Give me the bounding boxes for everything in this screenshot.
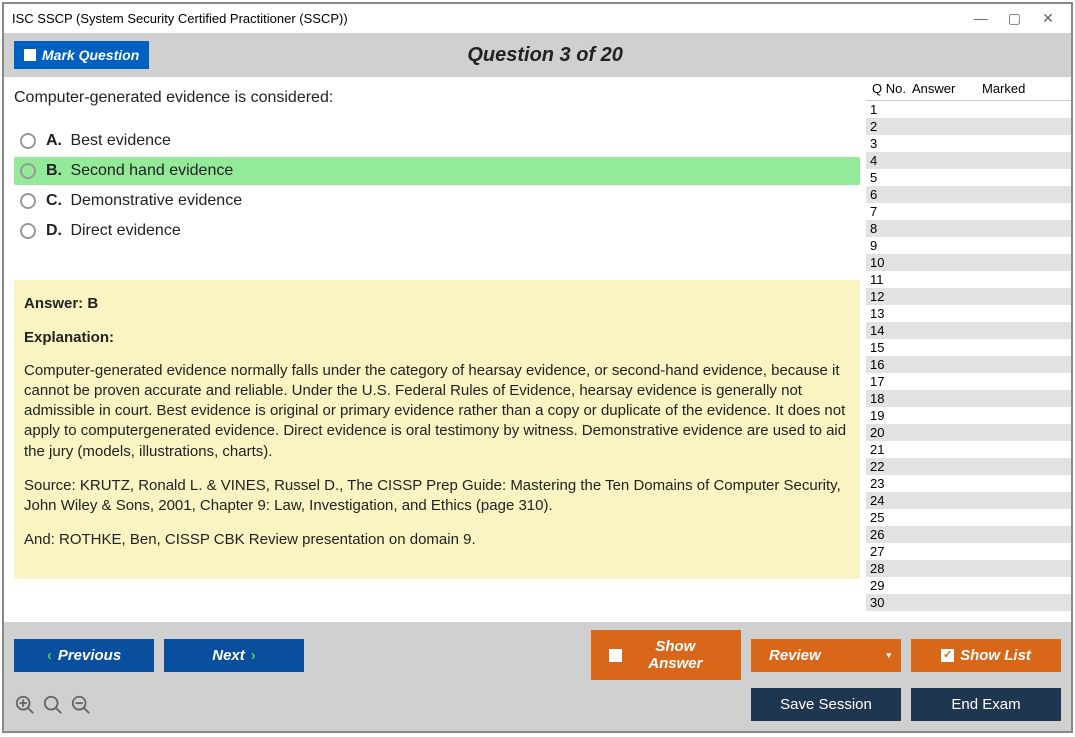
- zoom-in-icon[interactable]: [14, 694, 36, 716]
- question-row[interactable]: 24: [866, 492, 1071, 509]
- question-row[interactable]: 29: [866, 577, 1071, 594]
- window-title: ISC SSCP (System Security Certified Prac…: [12, 11, 348, 26]
- list-body[interactable]: 1234567891011121314151617181920212223242…: [866, 100, 1071, 622]
- footer: ‹ Previous Next › Show Answer Review ▾ S…: [4, 622, 1071, 731]
- header-bar: Mark Question Question 3 of 20: [4, 33, 1071, 77]
- chevron-left-icon: ‹: [47, 647, 52, 664]
- option-text: A. Best evidence: [46, 132, 171, 150]
- zoom-reset-icon[interactable]: [42, 694, 64, 716]
- question-row[interactable]: 27: [866, 543, 1071, 560]
- answer-label: Answer: B: [24, 294, 850, 314]
- end-exam-button[interactable]: End Exam: [911, 688, 1061, 721]
- previous-button[interactable]: ‹ Previous: [14, 639, 154, 672]
- review-label: Review: [769, 647, 821, 664]
- zoom-controls: [14, 694, 92, 716]
- option-text: C. Demonstrative evidence: [46, 192, 242, 210]
- question-row[interactable]: 21: [866, 441, 1071, 458]
- save-session-label: Save Session: [780, 696, 872, 713]
- question-row[interactable]: 11: [866, 271, 1071, 288]
- question-row[interactable]: 22: [866, 458, 1071, 475]
- review-button[interactable]: Review ▾: [751, 639, 901, 672]
- options-container: A. Best evidence B. Second hand evidence C…: [14, 127, 860, 245]
- checkbox-checked-icon: [941, 649, 954, 662]
- previous-label: Previous: [58, 647, 121, 664]
- answer-option[interactable]: C. Demonstrative evidence: [14, 187, 860, 215]
- minimize-icon[interactable]: —: [966, 10, 996, 26]
- explanation-para: And: ROTHKE, Ben, CISSP CBK Review prese…: [24, 530, 850, 550]
- main-area: Computer-generated evidence is considere…: [4, 77, 1071, 622]
- option-text: B. Second hand evidence: [46, 162, 233, 180]
- radio-icon: [20, 223, 36, 239]
- end-exam-label: End Exam: [951, 696, 1020, 713]
- answer-option[interactable]: D. Direct evidence: [14, 217, 860, 245]
- col-qno: Q No.: [868, 81, 912, 96]
- question-row[interactable]: 25: [866, 509, 1071, 526]
- col-answer: Answer: [912, 81, 982, 96]
- question-row[interactable]: 7: [866, 203, 1071, 220]
- question-row[interactable]: 20: [866, 424, 1071, 441]
- question-row[interactable]: 4: [866, 152, 1071, 169]
- question-row[interactable]: 2: [866, 118, 1071, 135]
- explanation-box: Answer: B Explanation: Computer-generate…: [14, 280, 860, 579]
- question-row[interactable]: 5: [866, 169, 1071, 186]
- question-row[interactable]: 12: [866, 288, 1071, 305]
- question-row[interactable]: 15: [866, 339, 1071, 356]
- save-session-button[interactable]: Save Session: [751, 688, 901, 721]
- question-counter: Question 3 of 20: [29, 44, 1061, 67]
- question-panel: Computer-generated evidence is considere…: [4, 77, 866, 622]
- show-answer-label: Show Answer: [628, 638, 723, 672]
- explanation-para: Source: KRUTZ, Ronald L. & VINES, Russel…: [24, 476, 850, 517]
- next-label: Next: [212, 647, 245, 664]
- list-header: Q No. Answer Marked: [866, 77, 1071, 100]
- question-row[interactable]: 9: [866, 237, 1071, 254]
- answer-option[interactable]: A. Best evidence: [14, 127, 860, 155]
- show-answer-button[interactable]: Show Answer: [591, 630, 741, 680]
- question-row[interactable]: 23: [866, 475, 1071, 492]
- titlebar: ISC SSCP (System Security Certified Prac…: [4, 4, 1071, 33]
- question-row[interactable]: 10: [866, 254, 1071, 271]
- question-row[interactable]: 26: [866, 526, 1071, 543]
- question-row[interactable]: 30: [866, 594, 1071, 611]
- question-row[interactable]: 6: [866, 186, 1071, 203]
- question-row[interactable]: 8: [866, 220, 1071, 237]
- show-list-label: Show List: [960, 647, 1031, 664]
- question-row[interactable]: 3: [866, 135, 1071, 152]
- question-row[interactable]: 18: [866, 390, 1071, 407]
- radio-icon: [20, 163, 36, 179]
- question-row[interactable]: 17: [866, 373, 1071, 390]
- question-row[interactable]: 1: [866, 101, 1071, 118]
- question-row[interactable]: 14: [866, 322, 1071, 339]
- col-marked: Marked: [982, 81, 1042, 96]
- show-list-button[interactable]: Show List: [911, 639, 1061, 672]
- dropdown-icon: ▾: [886, 650, 891, 661]
- explanation-para: Computer-generated evidence normally fal…: [24, 361, 850, 462]
- question-list-panel: Q No. Answer Marked 12345678910111213141…: [866, 77, 1071, 622]
- checkbox-icon: [609, 649, 622, 662]
- next-button[interactable]: Next ›: [164, 639, 304, 672]
- chevron-right-icon: ›: [251, 647, 256, 664]
- question-row[interactable]: 28: [866, 560, 1071, 577]
- maximize-icon[interactable]: ▢: [999, 10, 1029, 27]
- app-window: ISC SSCP (System Security Certified Prac…: [2, 2, 1073, 733]
- question-text: Computer-generated evidence is considere…: [14, 89, 860, 107]
- close-icon[interactable]: ✕: [1033, 10, 1063, 27]
- answer-option[interactable]: B. Second hand evidence: [14, 157, 860, 185]
- footer-row-2: Save Session End Exam: [14, 688, 1061, 721]
- question-row[interactable]: 16: [866, 356, 1071, 373]
- window-controls: — ▢ ✕: [966, 10, 1063, 27]
- question-row[interactable]: 19: [866, 407, 1071, 424]
- question-row[interactable]: 13: [866, 305, 1071, 322]
- footer-row-1: ‹ Previous Next › Show Answer Review ▾ S…: [14, 630, 1061, 680]
- option-text: D. Direct evidence: [46, 222, 181, 240]
- radio-icon: [20, 133, 36, 149]
- zoom-out-icon[interactable]: [70, 694, 92, 716]
- explanation-heading: Explanation:: [24, 328, 850, 348]
- radio-icon: [20, 193, 36, 209]
